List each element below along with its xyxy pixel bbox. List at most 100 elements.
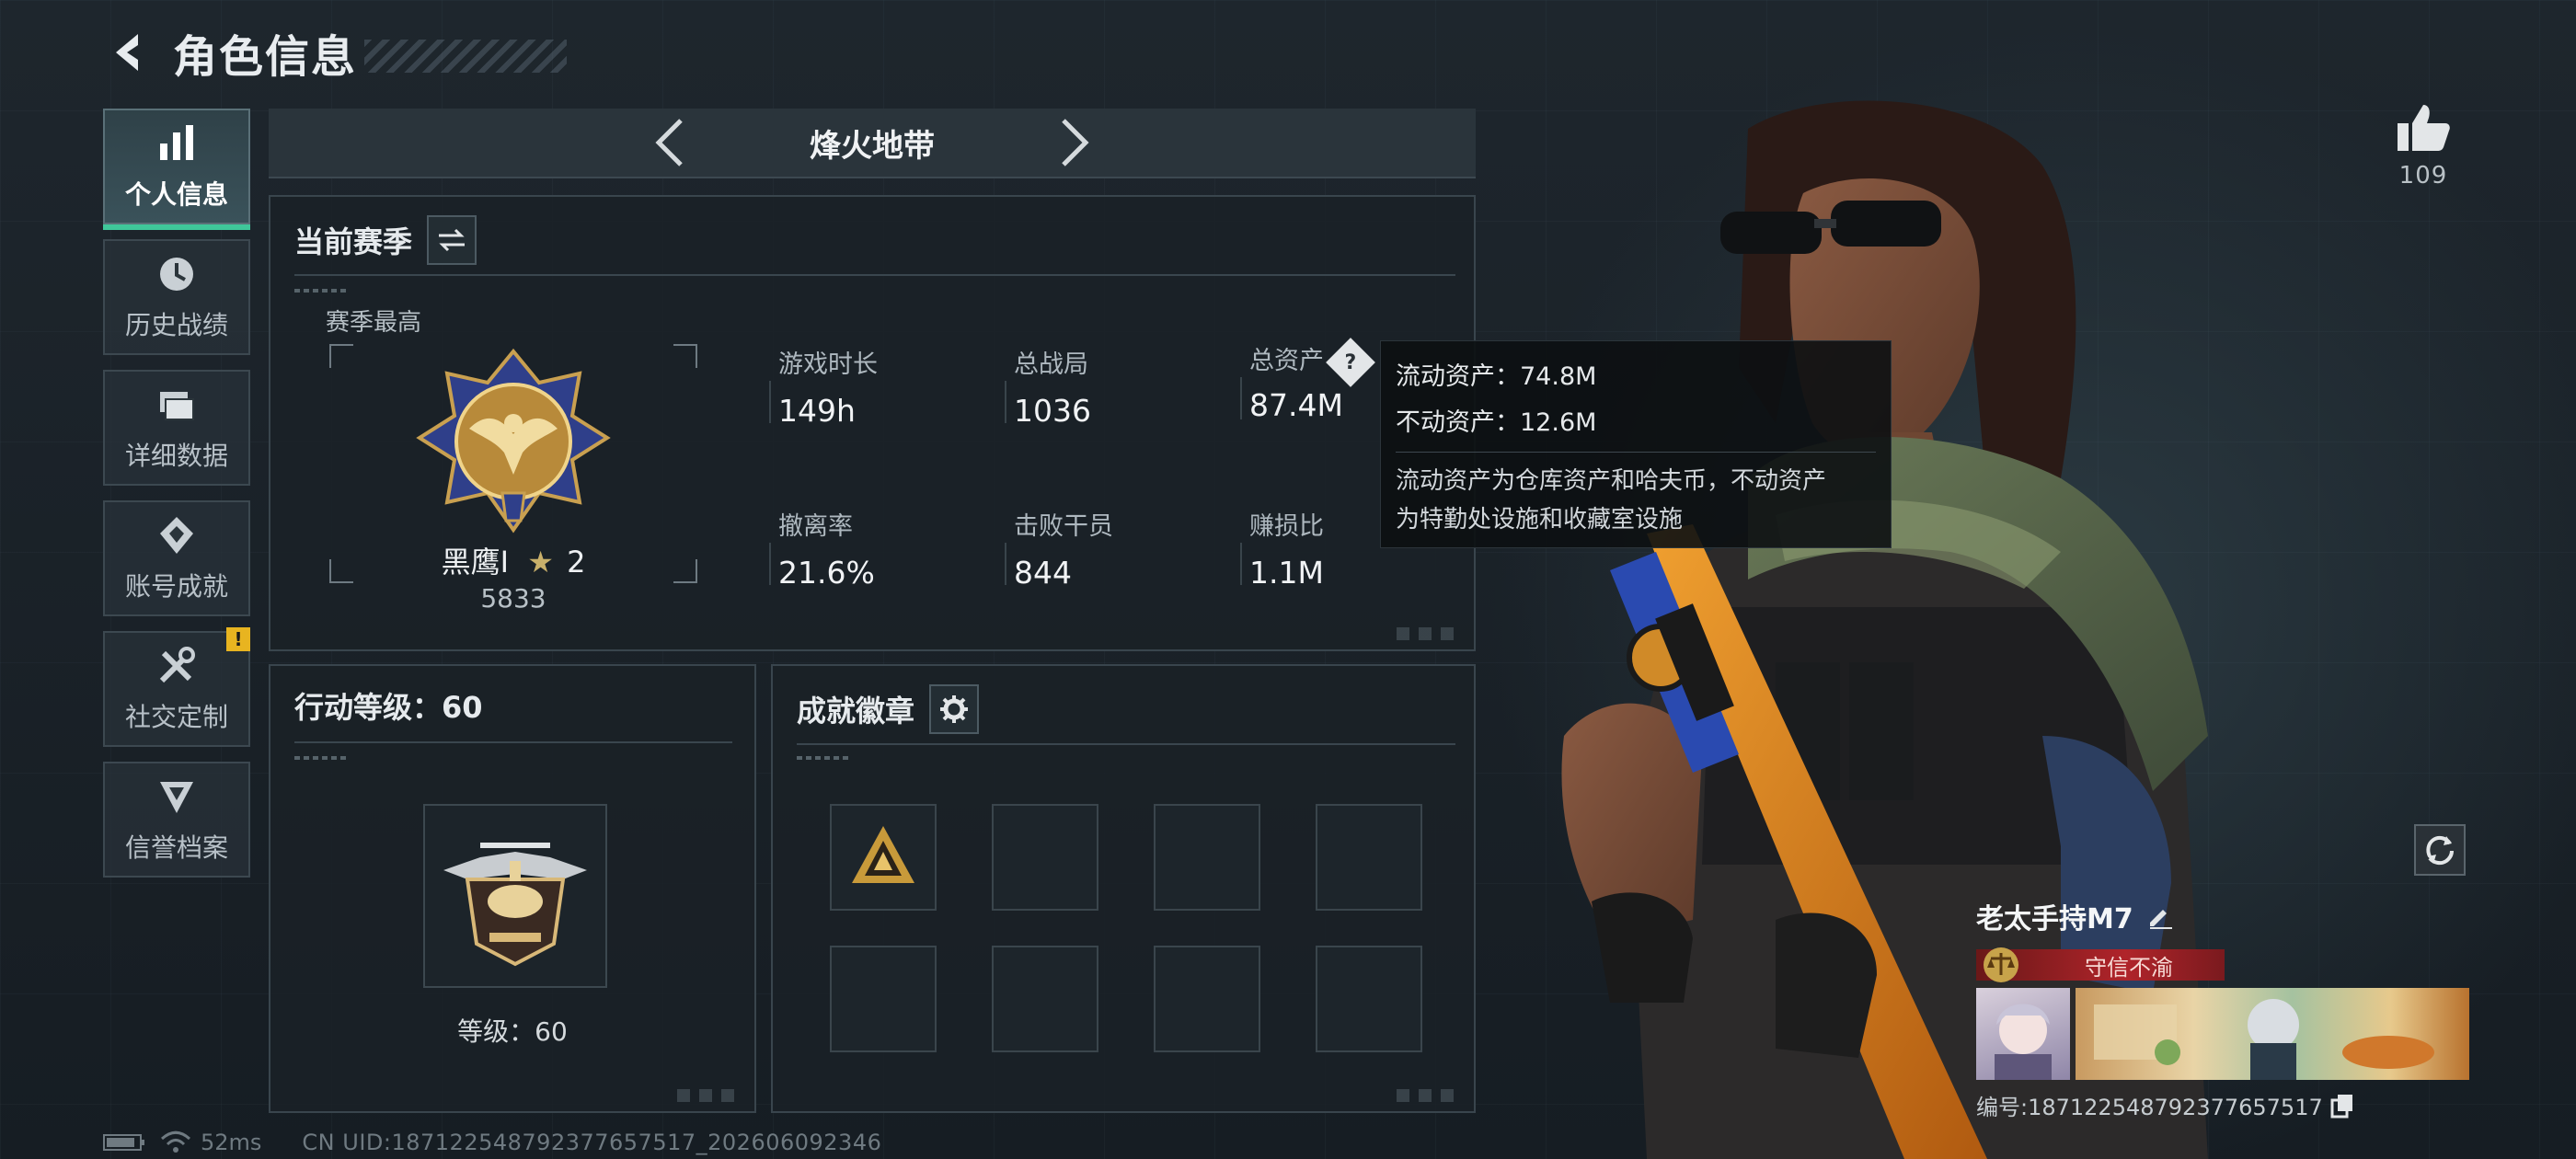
scales-emblem-icon [1984, 947, 2018, 982]
mode-selector: 烽火地带 [269, 109, 1476, 178]
achievement-slot[interactable] [1316, 804, 1422, 911]
achievement-slot[interactable] [1154, 946, 1260, 1052]
player-avatar[interactable] [1976, 988, 2070, 1080]
mode-name: 烽火地带 [810, 127, 935, 165]
sidebar-item-detailed-data[interactable]: 详细数据 [103, 370, 250, 486]
tooltip-liquid-assets: 流动资产：74.8M [1396, 362, 1597, 391]
decor-mark [1397, 1089, 1461, 1102]
rank-eagle-badge-icon [416, 348, 611, 534]
stat-value: 21.6% [778, 555, 875, 591]
chevron-left-icon [655, 119, 683, 166]
season-best-label: 赛季最高 [326, 309, 422, 337]
helicopter-badge-icon [443, 843, 587, 967]
sidebar-item-history[interactable]: 历史战绩 [103, 239, 250, 355]
sidebar-item-social-custom[interactable]: ! 社交定制 [103, 627, 250, 747]
mode-prev-button[interactable] [642, 115, 697, 170]
player-id: 编号:1871225487923776575​17 [1976, 1095, 2323, 1120]
achievement-settings-button[interactable] [929, 684, 980, 734]
decor-mark [797, 756, 852, 760]
clock-icon [155, 252, 199, 296]
header-decoration [364, 40, 568, 73]
player-card: 老太手持M7 守信不渝 编 [1976, 896, 2469, 1120]
back-arrow-icon [116, 34, 138, 71]
sidebar-item-label: 社交定制 [124, 702, 228, 732]
like-count: 109 [2398, 162, 2448, 189]
uid-text: CN UID:1871225487923776575​17_2026060923… [302, 1130, 882, 1155]
stat-value: 1.1M [1249, 555, 1324, 591]
rank-name-row: 黑鹰I ★ 2 [329, 539, 697, 581]
sidebar-item-label: 账号成就 [124, 571, 228, 602]
stat-operators-defeated: 击败干员 844 [1005, 506, 1113, 591]
sidebar: 个人信息 历史战绩 详细数据 账号成就 ! 社交定制 信誉档案 [103, 109, 250, 892]
tooltip-description-line1: 流动资产为仓库资产和哈夫币，不动资产 [1396, 467, 1827, 495]
divider [294, 274, 1455, 276]
achievement-slot[interactable] [992, 946, 1098, 1052]
stat-label: 总战局 [1014, 350, 1088, 379]
star-icon: ★ [527, 545, 554, 580]
sidebar-item-account-achievements[interactable]: 账号成就 [103, 500, 250, 616]
player-banner[interactable] [2076, 988, 2469, 1080]
bar-chart-icon [155, 121, 199, 166]
sidebar-item-label: 历史战绩 [124, 310, 228, 340]
sidebar-item-credit-file[interactable]: 信誉档案 [103, 762, 250, 878]
rank-frame: 黑鹰I ★ 2 5833 [329, 344, 697, 614]
stat-label: 总资产 [1249, 347, 1324, 375]
level-badge-slot[interactable] [423, 804, 607, 988]
sidebar-item-label: 信誉档案 [124, 832, 228, 863]
chevron-right-icon [1062, 119, 1089, 166]
shield-rank-icon [155, 775, 199, 819]
mode-next-button[interactable] [1047, 115, 1102, 170]
gear-icon [940, 695, 969, 723]
decor-mark [677, 1089, 742, 1102]
stat-label: 击败干员 [1014, 512, 1113, 541]
swap-icon [439, 228, 466, 252]
tools-icon [155, 644, 199, 688]
divider [797, 743, 1455, 745]
player-name: 老太手持M7 [1976, 903, 2133, 935]
refresh-button[interactable] [2414, 824, 2466, 876]
help-icon[interactable]: ? [1326, 337, 1375, 387]
assets-tooltip: 流动资产：74.8M 不动资产：12.6M 流动资产为仓库资产和哈夫币，不动资产… [1380, 340, 1892, 548]
action-level-panel: 行动等级：60 等级：60 [269, 664, 756, 1113]
copy-icon[interactable] [2330, 1093, 2354, 1119]
achievement-slot[interactable] [830, 804, 937, 911]
title-badge-text: 守信不渝 [2085, 954, 2173, 981]
player-title-badge: 守信不渝 [1976, 947, 2225, 982]
tooltip-divider [1396, 452, 1876, 453]
rank-name: 黑鹰I [441, 545, 510, 580]
decor-mark [294, 756, 350, 760]
stat-label: 赚损比 [1249, 512, 1324, 541]
back-button[interactable] [101, 25, 156, 80]
battery-icon [103, 1134, 144, 1151]
tooltip-fixed-assets: 不动资产：12.6M [1396, 408, 1597, 437]
sidebar-item-label: 个人信息 [124, 179, 228, 210]
stat-label: 撤离率 [778, 512, 853, 541]
achievement-title: 成就徽章 [797, 694, 915, 729]
thumbs-up-icon [2398, 105, 2450, 151]
folder-icon [155, 383, 199, 427]
stat-play-time: 游戏时长 149h [769, 344, 878, 429]
stat-value: 87.4M [1249, 386, 1343, 423]
edit-pencil-icon[interactable] [2146, 902, 2174, 930]
warning-badge: ! [226, 627, 250, 651]
triangle-badge-icon [852, 826, 914, 883]
stat-label: 游戏时长 [778, 350, 878, 379]
like-button[interactable]: 109 [2385, 101, 2462, 189]
season-title: 当前赛季 [294, 224, 413, 259]
achievement-slot[interactable] [830, 946, 937, 1052]
refresh-icon [2426, 835, 2454, 866]
stat-total-matches: 总战局 1036 [1005, 344, 1091, 429]
rank-score: 5833 [480, 583, 546, 614]
wifi-icon [160, 1130, 191, 1153]
achievement-slot[interactable] [1154, 804, 1260, 911]
season-switch-button[interactable] [427, 215, 477, 265]
status-footer: 52ms CN UID:1871225487923776575​17_20260… [103, 1130, 881, 1155]
achievement-slot[interactable] [1316, 946, 1422, 1052]
stat-profit-loss: 赚损比 1.1M [1240, 506, 1324, 591]
season-panel: 当前赛季 赛季最高 黑鹰I ★ 2 5833 游戏时长 149h 总战局 103… [269, 195, 1476, 651]
sidebar-item-personal-info[interactable]: 个人信息 [103, 109, 250, 230]
achievement-slot[interactable] [992, 804, 1098, 911]
stat-total-assets: 总资产? 87.4M [1240, 337, 1375, 423]
stat-extract-rate: 撤离率 21.6% [769, 506, 875, 591]
level-label: 等级：60 [457, 1016, 568, 1047]
